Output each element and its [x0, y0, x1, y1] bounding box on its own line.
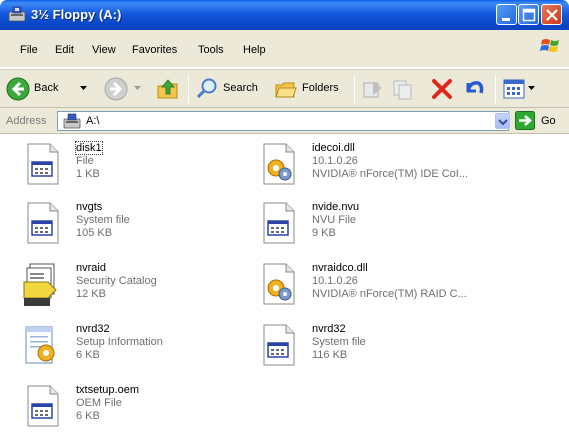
- close-icon: [546, 9, 558, 21]
- file-size: 116 KB: [312, 349, 348, 361]
- menu-edit[interactable]: Edit: [55, 44, 74, 56]
- file-type: Setup Information: [76, 336, 163, 348]
- file-type: System file: [312, 336, 366, 348]
- maximize-button[interactable]: [518, 4, 539, 25]
- file-size: 6 KB: [76, 349, 100, 361]
- file-item-idecoi-dll[interactable]: idecoi.dll 10.1.0.26 NVIDIA® nForce(TM) …: [258, 142, 528, 197]
- undo-icon[interactable]: [462, 77, 486, 101]
- move-to-icon[interactable]: [361, 77, 385, 101]
- up-folder-icon[interactable]: [155, 76, 181, 102]
- chevron-down-icon: [498, 119, 508, 126]
- go-arrow-icon[interactable]: [515, 111, 535, 130]
- file-type: OEM File: [76, 397, 122, 409]
- file-item-nvrd32-sys[interactable]: nvrd32 System file 116 KB: [258, 323, 528, 378]
- generic-file-icon: [27, 385, 59, 427]
- file-size: 6 KB: [76, 410, 100, 422]
- file-name: nvraidco.dll: [312, 262, 368, 274]
- views-icon[interactable]: [502, 77, 526, 101]
- system-file-icon: [27, 202, 59, 244]
- file-description: NVIDIA® nForce(TM) IDE CoI...: [312, 168, 469, 180]
- file-type: System file: [76, 214, 130, 226]
- file-size: 12 KB: [76, 288, 106, 300]
- dll-file-icon: [263, 263, 295, 305]
- menu-bar: File Edit View Favorites Tools Help: [0, 30, 569, 68]
- file-item-nvide-nvu[interactable]: nvide.nvu NVU File 9 KB: [258, 201, 528, 256]
- file-name: nvraid: [76, 262, 106, 274]
- security-catalog-icon: [23, 263, 57, 306]
- go-button-label[interactable]: Go: [541, 115, 556, 127]
- views-dropdown-icon[interactable]: [528, 84, 536, 92]
- file-name: nvrd32: [76, 323, 110, 335]
- generic-file-icon: [263, 202, 295, 244]
- menu-tools[interactable]: Tools: [198, 44, 224, 56]
- minimize-icon: [502, 18, 510, 21]
- file-name: nvrd32: [312, 323, 346, 335]
- file-item-nvraid[interactable]: nvraid Security Catalog 12 KB: [22, 262, 292, 317]
- minimize-button[interactable]: [496, 4, 517, 25]
- copy-to-icon[interactable]: [391, 77, 415, 101]
- file-name: nvgts: [76, 201, 103, 213]
- address-input[interactable]: A:\: [57, 111, 509, 131]
- address-value: A:\: [86, 115, 100, 127]
- file-item-txtsetup-oem[interactable]: txtsetup.oem OEM File 6 KB: [22, 384, 292, 439]
- menu-favorites[interactable]: Favorites: [132, 44, 177, 56]
- file-version: 10.1.0.26: [312, 155, 358, 167]
- maximize-icon: [522, 8, 536, 22]
- back-icon[interactable]: [6, 77, 30, 101]
- file-size: 105 KB: [76, 227, 113, 239]
- close-button[interactable]: [541, 4, 562, 25]
- floppy-drive-icon: [63, 113, 81, 129]
- back-dropdown-icon[interactable]: [80, 84, 88, 92]
- file-item-nvraidco-dll[interactable]: nvraidco.dll 10.1.0.26 NVIDIA® nForce(TM…: [258, 262, 528, 317]
- search-button-label[interactable]: Search: [223, 82, 258, 94]
- window-title: 3½ Floppy (A:): [31, 7, 122, 22]
- forward-dropdown-icon[interactable]: [134, 84, 142, 92]
- file-list-pane: disk1 File 1 KB idecoi.dll 10.1.0.26 NVI…: [0, 134, 569, 444]
- setup-information-icon: [25, 326, 55, 364]
- file-item-nvgts[interactable]: nvgts System file 105 KB: [22, 201, 292, 256]
- file-item-nvrd32-inf[interactable]: nvrd32 Setup Information 6 KB: [22, 323, 292, 378]
- folders-icon[interactable]: [274, 77, 298, 101]
- menu-view[interactable]: View: [92, 44, 116, 56]
- delete-icon[interactable]: [430, 77, 454, 101]
- address-label: Address: [6, 115, 47, 127]
- address-bar: Address A:\: [0, 108, 569, 134]
- file-item-disk1[interactable]: disk1 File 1 KB: [22, 141, 292, 197]
- file-name: nvide.nvu: [312, 201, 360, 213]
- menu-file[interactable]: File: [20, 44, 38, 56]
- file-name: disk1: [75, 141, 103, 155]
- forward-icon[interactable]: [104, 77, 128, 101]
- file-description: NVIDIA® nForce(TM) RAID C...: [312, 288, 467, 300]
- file-type: File: [76, 155, 94, 167]
- file-size: 9 KB: [312, 227, 336, 239]
- file-name: txtsetup.oem: [76, 384, 139, 396]
- file-size: 1 KB: [76, 168, 100, 180]
- dll-file-icon: [263, 143, 295, 185]
- back-button-label[interactable]: Back: [34, 82, 58, 94]
- search-icon[interactable]: [195, 77, 219, 101]
- title-bar[interactable]: 3½ Floppy (A:): [0, 0, 569, 30]
- system-file-icon: [263, 324, 295, 366]
- windows-logo-icon: [540, 39, 559, 52]
- generic-file-icon: [27, 143, 59, 185]
- file-name: idecoi.dll: [312, 142, 355, 154]
- standard-toolbar: Back Search Folders: [0, 69, 569, 108]
- file-type: Security Catalog: [76, 275, 157, 287]
- folders-button-label[interactable]: Folders: [302, 82, 339, 94]
- floppy-drive-icon: [8, 6, 26, 22]
- file-version: 10.1.0.26: [312, 275, 358, 287]
- file-type: NVU File: [312, 214, 357, 226]
- menu-help[interactable]: Help: [243, 44, 266, 56]
- address-dropdown-button[interactable]: [495, 113, 510, 129]
